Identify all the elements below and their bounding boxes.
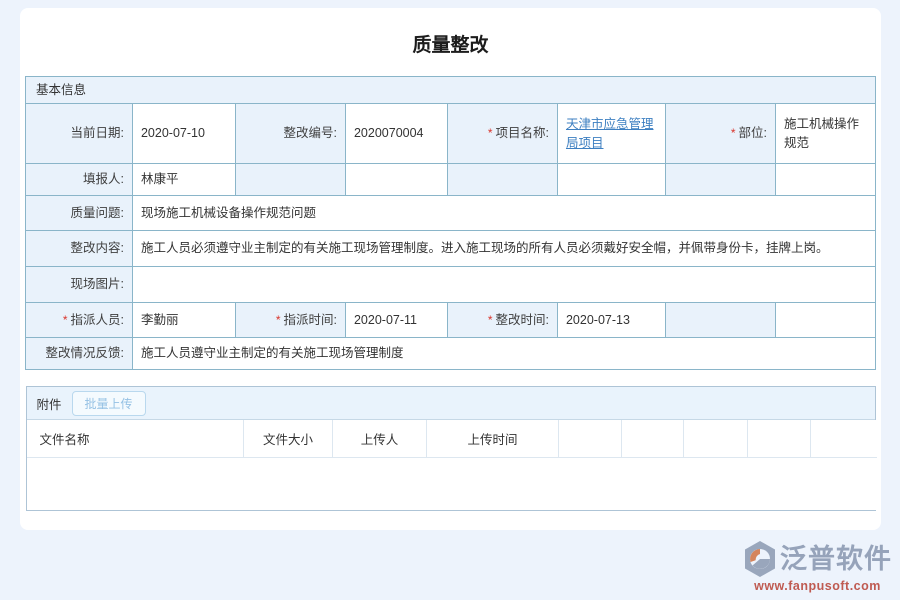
project-link[interactable]: 天津市应急管理局项目	[566, 117, 654, 149]
col-file-name: 文件名称	[27, 420, 244, 457]
value-current-date: 2020-07-10	[132, 104, 235, 164]
empty-cell	[775, 303, 875, 338]
value-site-photo	[132, 267, 875, 303]
table-row: 整改内容: 施工人员必须遵守业主制定的有关施工现场管理制度。进入施工现场的所有人…	[25, 231, 875, 267]
table-row: *指派人员: 李勤丽 *指派时间: 2020-07-11 *整改时间: 2020…	[25, 303, 875, 338]
empty-cell	[665, 164, 775, 196]
fanpu-logo-icon	[743, 540, 777, 578]
batch-upload-button[interactable]: 批量上传	[72, 391, 146, 416]
label-project-name: *项目名称:	[447, 104, 557, 164]
value-project-name: 天津市应急管理局项目	[557, 104, 665, 164]
value-assign-time: 2020-07-11	[345, 303, 447, 338]
label-current-date: 当前日期:	[25, 104, 132, 164]
attachment-section: 附件 批量上传 文件名称 文件大小 上传人 上传时间	[26, 386, 876, 511]
empty-cell	[27, 457, 877, 510]
empty-cell	[775, 164, 875, 196]
value-rectify-no: 2020070004	[345, 104, 447, 164]
label-location: *部位:	[665, 104, 775, 164]
empty-column	[811, 420, 877, 457]
label-assignee: *指派人员:	[25, 303, 132, 338]
required-asterisk: *	[488, 313, 493, 327]
attachment-header-row: 文件名称 文件大小 上传人 上传时间	[27, 420, 877, 457]
brand-url: www.fanpusoft.com	[743, 579, 892, 593]
empty-column	[559, 420, 622, 457]
basic-info-table: 基本信息 当前日期: 2020-07-10 整改编号: 2020070004 *…	[25, 76, 876, 370]
label-site-photo: 现场图片:	[25, 267, 132, 303]
table-row: 整改情况反馈: 施工人员遵守业主制定的有关施工现场管理制度	[25, 338, 875, 370]
required-asterisk: *	[63, 313, 68, 327]
empty-column	[622, 420, 684, 457]
empty-column	[748, 420, 811, 457]
table-row: 质量问题: 现场施工机械设备操作规范问题	[25, 196, 875, 231]
attachment-empty-row	[27, 457, 877, 510]
label-feedback: 整改情况反馈:	[25, 338, 132, 370]
value-rectify-time: 2020-07-13	[557, 303, 665, 338]
label-assign-time: *指派时间:	[235, 303, 345, 338]
required-asterisk: *	[731, 126, 736, 140]
label-rectify-no: 整改编号:	[235, 104, 345, 164]
attachment-header: 附件 批量上传	[27, 387, 875, 420]
attachment-table: 文件名称 文件大小 上传人 上传时间	[27, 420, 877, 510]
empty-cell	[665, 303, 775, 338]
label-rectify-time: *整改时间:	[447, 303, 557, 338]
empty-column	[684, 420, 748, 457]
label-rectify-content: 整改内容:	[25, 231, 132, 267]
table-row: 现场图片:	[25, 267, 875, 303]
attachment-title: 附件	[37, 394, 62, 413]
value-filler: 林康平	[132, 164, 235, 196]
col-file-size: 文件大小	[244, 420, 333, 457]
value-assignee: 李勤丽	[132, 303, 235, 338]
empty-cell	[235, 164, 345, 196]
label-filler: 填报人:	[25, 164, 132, 196]
section-header-row: 基本信息	[25, 77, 875, 104]
form-panel: 质量整改 基本信息 当前日期: 2020-07-10 整改编号: 2020070…	[20, 8, 881, 530]
page-title: 质量整改	[20, 8, 881, 59]
empty-cell	[345, 164, 447, 196]
col-uploader: 上传人	[333, 420, 427, 457]
col-upload-time: 上传时间	[427, 420, 559, 457]
fanpu-logo: 泛普软件 www.fanpusoft.com	[743, 540, 892, 593]
table-row: 当前日期: 2020-07-10 整改编号: 2020070004 *项目名称:…	[25, 104, 875, 164]
value-feedback: 施工人员遵守业主制定的有关施工现场管理制度	[132, 338, 875, 370]
label-quality-issue: 质量问题:	[25, 196, 132, 231]
section-header-basic-info: 基本信息	[25, 77, 875, 104]
brand-name: 泛普软件	[780, 546, 892, 573]
empty-cell	[557, 164, 665, 196]
table-row: 填报人: 林康平	[25, 164, 875, 196]
empty-cell	[447, 164, 557, 196]
value-quality-issue: 现场施工机械设备操作规范问题	[132, 196, 875, 231]
value-location: 施工机械操作规范	[775, 104, 875, 164]
required-asterisk: *	[488, 126, 493, 140]
required-asterisk: *	[276, 313, 281, 327]
value-rectify-content: 施工人员必须遵守业主制定的有关施工现场管理制度。进入施工现场的所有人员必须戴好安…	[132, 231, 875, 267]
